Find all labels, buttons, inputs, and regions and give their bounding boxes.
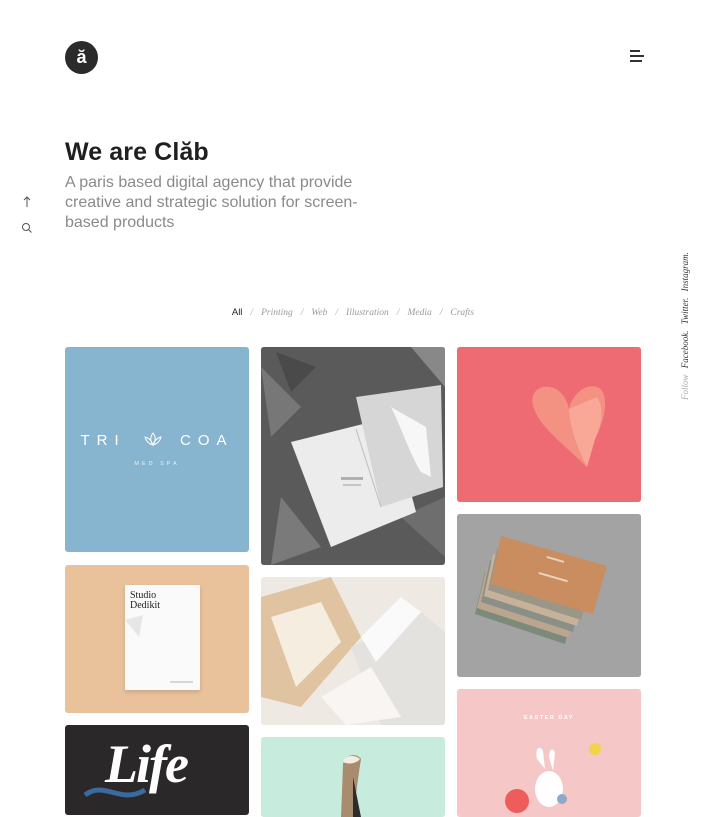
twitter-link[interactable]: Twitter.	[680, 298, 690, 325]
filter-printing[interactable]: Printing	[261, 308, 293, 318]
filter-separator: /	[439, 307, 443, 318]
tricoa-wordmark: TRI COA	[65, 431, 249, 449]
magazine-image	[261, 347, 445, 565]
portfolio-item-magazine[interactable]	[261, 347, 445, 565]
tricoa-left-text: TRI	[80, 432, 126, 449]
filter-all[interactable]: All	[232, 307, 243, 318]
menu-icon-line	[630, 60, 642, 62]
filter-crafts[interactable]: Crafts	[450, 308, 474, 318]
page-subtitle: A paris based digital agency that provid…	[65, 174, 358, 231]
side-toolbar	[20, 195, 36, 247]
menu-icon	[630, 50, 640, 52]
social-links: Follow Facebook. Twitter. Instagram.	[680, 240, 694, 400]
instagram-link[interactable]: Instagram.	[680, 252, 690, 291]
studio-card: Studio Dedikit	[125, 585, 200, 690]
search-icon[interactable]	[20, 221, 34, 235]
follow-label: Follow	[680, 374, 690, 400]
wood-frames-image	[261, 577, 445, 725]
filter-illustration[interactable]: Illustration	[346, 308, 389, 318]
lotus-icon	[144, 432, 162, 446]
filter-separator: /	[396, 307, 400, 318]
business-cards-image	[457, 514, 641, 677]
arrow-up-icon[interactable]	[20, 195, 34, 209]
portfolio-item-cards[interactable]	[457, 514, 641, 677]
portfolio-item-illustration[interactable]	[261, 737, 445, 817]
paper-heart-image	[457, 347, 641, 502]
menu-button[interactable]	[630, 50, 644, 62]
portfolio-item-heart[interactable]	[457, 347, 641, 502]
portfolio-filters: All / Printing / Web / Illustration / Me…	[0, 307, 706, 318]
filter-separator: /	[250, 307, 254, 318]
figure-illustration	[341, 755, 361, 817]
portfolio-item-wood[interactable]	[261, 577, 445, 725]
filter-web[interactable]: Web	[311, 308, 327, 318]
logo[interactable]: ă	[65, 41, 98, 74]
page-title: We are Clăb	[65, 138, 209, 166]
logo-glyph: ă	[76, 47, 87, 67]
filter-separator: /	[300, 307, 304, 318]
wave-decoration	[83, 787, 147, 798]
tricoa-subtitle: MED SPA	[134, 461, 180, 467]
filter-media[interactable]: Media	[407, 308, 431, 318]
portfolio-item-life[interactable]: Life	[65, 725, 249, 815]
facebook-link[interactable]: Facebook.	[680, 331, 690, 369]
filter-separator: /	[335, 307, 339, 318]
tricoa-right-text: COA	[180, 432, 234, 449]
portfolio-item-studio[interactable]: Studio Dedikit	[65, 565, 249, 713]
menu-icon-line	[630, 55, 644, 57]
curl-decoration	[125, 615, 193, 683]
portfolio-item-tricoa[interactable]: TRI COA MED SPA	[65, 347, 249, 552]
bunny-illustration	[505, 743, 601, 813]
portfolio-item-easter[interactable]: EASTER DAY	[457, 689, 641, 817]
